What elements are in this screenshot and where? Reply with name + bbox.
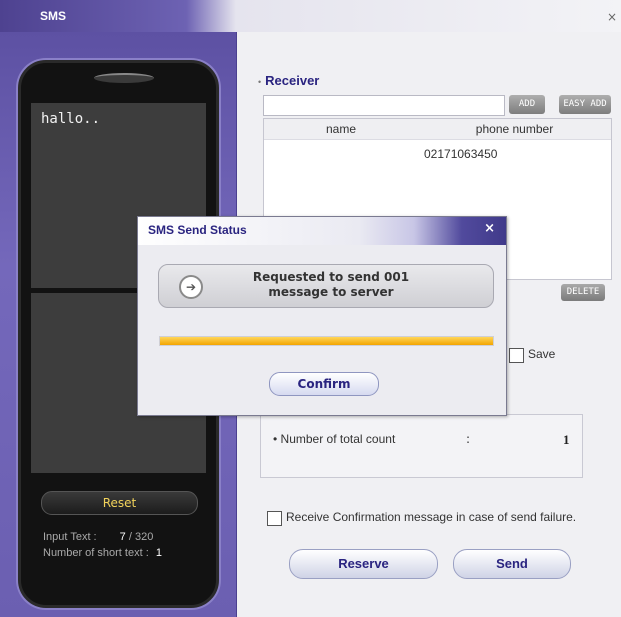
reset-button[interactable]: Reset xyxy=(41,491,198,515)
total-count-value: 1 xyxy=(563,432,570,447)
total-count-text: Number of total count xyxy=(280,432,396,446)
easy-add-button[interactable]: EASY ADD xyxy=(559,95,611,114)
send-status-dialog: SMS Send Status × ➔ Requested to send 00… xyxy=(137,216,507,416)
short-text-counter: Number of short text : 1 xyxy=(43,547,162,559)
confirm-button[interactable]: Confirm xyxy=(269,372,379,396)
input-text-label: Input Text : xyxy=(43,531,97,543)
table-row-phone[interactable]: 02171063450 xyxy=(424,147,497,161)
input-text-counter: Input Text : 7 / 320 xyxy=(43,531,153,543)
arrow-right-icon: ➔ xyxy=(179,275,203,299)
send-progress-bar xyxy=(159,336,494,346)
send-progress-fill xyxy=(160,337,493,345)
total-count-box: • Number of total count : 1 xyxy=(260,414,583,478)
status-message-line2: message to server xyxy=(268,285,394,299)
title-bar: SMS × xyxy=(0,0,621,32)
input-text-max: / 320 xyxy=(128,531,154,543)
save-checkbox[interactable] xyxy=(509,348,524,363)
save-label: Save xyxy=(528,347,556,361)
short-text-label: Number of short text : xyxy=(43,547,149,559)
speaker-icon xyxy=(94,73,154,83)
status-message: Requested to send 001 message to server xyxy=(221,270,441,300)
column-header-name[interactable]: name xyxy=(264,119,418,140)
short-text-count: 1 xyxy=(155,547,162,559)
sms-window: SMS × hallo.. Reset Input Text : 7 / 320… xyxy=(0,0,621,617)
total-count-label: • Number of total count xyxy=(273,432,395,446)
column-header-phone[interactable]: phone number xyxy=(418,119,611,140)
confirm-failure-checkbox[interactable] xyxy=(267,511,282,526)
bullet-icon: • xyxy=(258,77,262,87)
close-icon[interactable]: × xyxy=(607,10,617,24)
receiver-input[interactable] xyxy=(263,95,505,116)
dialog-title: SMS Send Status xyxy=(148,223,247,237)
add-button[interactable]: ADD xyxy=(509,95,545,114)
status-message-box: ➔ Requested to send 001 message to serve… xyxy=(158,264,494,308)
reserve-button[interactable]: Reserve xyxy=(289,549,438,579)
total-count-separator: : xyxy=(466,432,471,446)
dialog-title-bar: SMS Send Status × xyxy=(138,217,506,245)
receiver-label: Receiver xyxy=(265,73,320,88)
delete-button[interactable]: DELETE xyxy=(561,284,605,301)
send-button[interactable]: Send xyxy=(453,549,571,579)
window-title: SMS xyxy=(40,9,67,23)
input-text-count: 7 xyxy=(119,531,126,543)
receiver-heading: • Receiver xyxy=(258,73,319,88)
bullet-icon: • xyxy=(273,432,281,446)
confirm-failure-label: Receive Confirmation message in case of … xyxy=(286,510,577,524)
status-message-line1: Requested to send 001 xyxy=(252,270,410,284)
message-text[interactable]: hallo.. xyxy=(41,111,100,127)
dialog-close-icon[interactable]: × xyxy=(484,221,495,236)
